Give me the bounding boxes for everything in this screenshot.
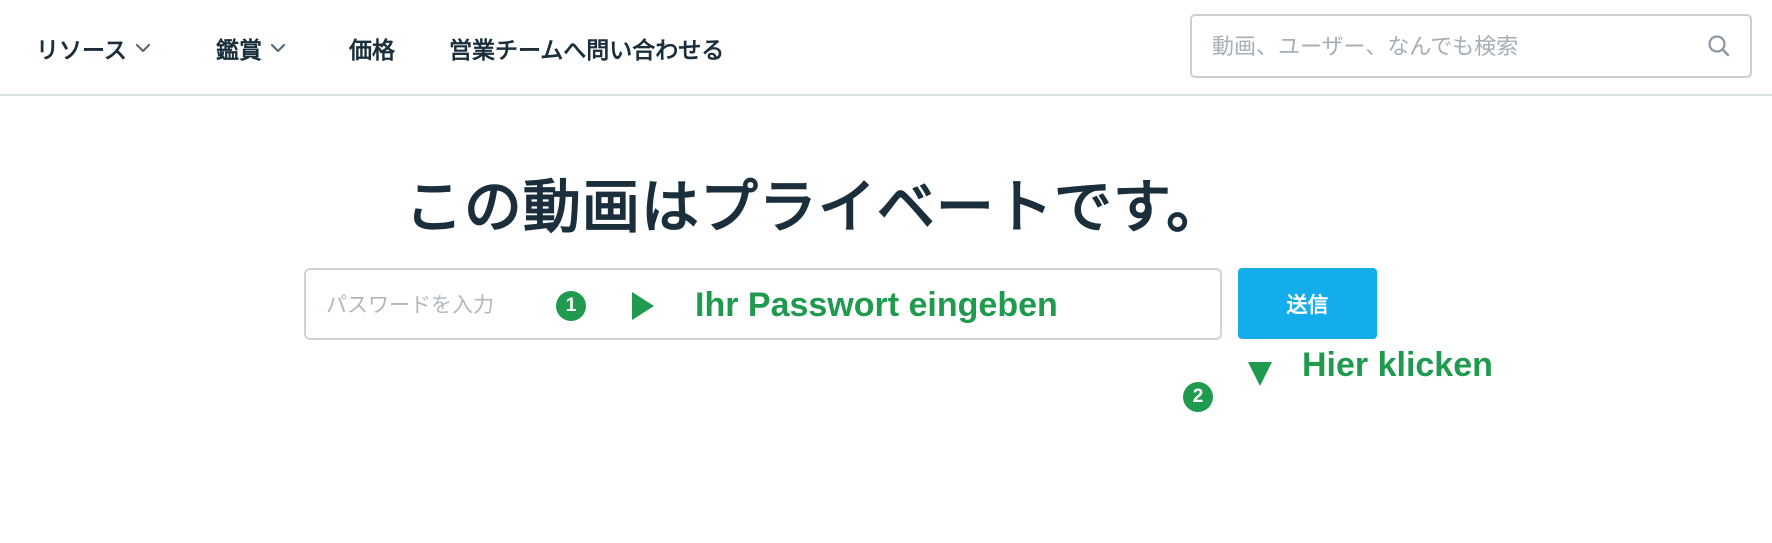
nav-item-pricing[interactable]: 価格 xyxy=(349,30,395,66)
step-1-badge: 1 xyxy=(556,291,586,321)
nav-label-resources: リソース xyxy=(36,38,127,64)
step-2-badge: 2 xyxy=(1183,382,1213,412)
submit-button[interactable]: 送信 xyxy=(1238,268,1377,339)
triangle-arrow-icon xyxy=(632,292,654,320)
search-input[interactable] xyxy=(1210,16,1684,78)
nav-label-pricing: 価格 xyxy=(349,38,395,64)
page-title: この動画はプライベートです。 xyxy=(404,173,1226,241)
triangle-arrow-icon xyxy=(1248,362,1272,386)
search-field[interactable] xyxy=(1190,14,1752,78)
nav-label-viewing: 鑑賞 xyxy=(216,38,262,64)
nav-label-contact-sales: 営業チームへ問い合わせる xyxy=(449,38,725,64)
step-1-instruction: Ihr Passwort eingeben xyxy=(695,286,1058,324)
step-2-instruction: Hier klicken xyxy=(1302,346,1493,384)
chevron-down-icon xyxy=(135,43,151,53)
nav-item-contact-sales[interactable]: 営業チームへ問い合わせる xyxy=(449,30,724,66)
search-icon[interactable] xyxy=(1706,33,1732,59)
top-navigation-bar: リソース 鑑賞 価格 営業チームへ問い合わせる xyxy=(0,0,1772,96)
chevron-down-icon xyxy=(270,43,286,53)
nav-item-resources[interactable]: リソース xyxy=(36,30,151,66)
nav-item-viewing[interactable]: 鑑賞 xyxy=(216,30,286,66)
